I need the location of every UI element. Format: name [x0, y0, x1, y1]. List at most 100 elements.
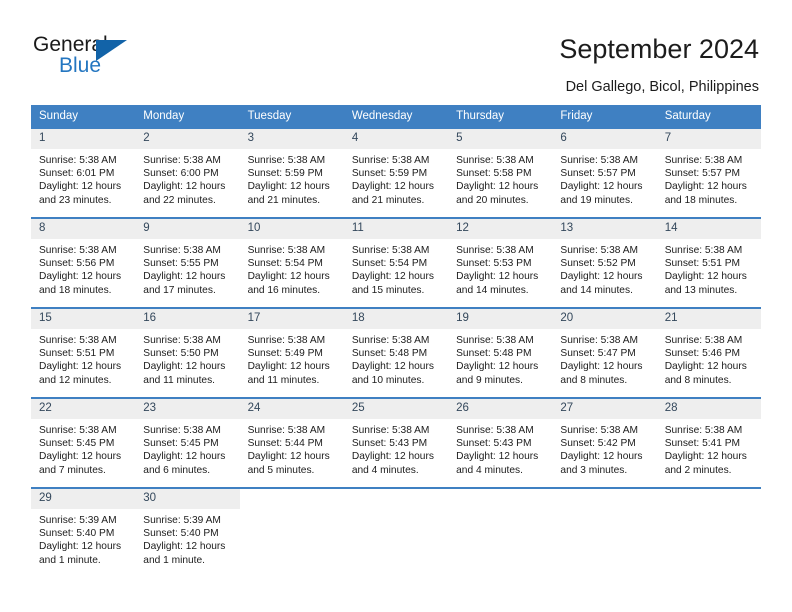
daylight-text-line1: Daylight: 12 hours: [143, 181, 226, 193]
sunrise-text: Sunrise: 5:38 AM: [664, 155, 743, 166]
daylight-text-line1: Daylight: 12 hours: [143, 451, 226, 463]
day-cell[interactable]: 18 Sunrise: 5:38 AM Sunset: 5:48 PM Dayl…: [343, 307, 449, 398]
day-cell[interactable]: 17 Sunrise: 5:38 AM Sunset: 5:49 PM Dayl…: [239, 307, 344, 398]
day-info: Sunrise: 5:38 AM Sunset: 5:45 PM Dayligh…: [135, 419, 239, 477]
daylight-text-line1: Daylight: 12 hours: [143, 271, 226, 283]
day-cell[interactable]: 21 Sunrise: 5:38 AM Sunset: 5:46 PM Dayl…: [656, 307, 761, 398]
day-cell[interactable]: 13 Sunrise: 5:38 AM Sunset: 5:52 PM Dayl…: [552, 217, 657, 308]
day-cell[interactable]: 27 Sunrise: 5:38 AM Sunset: 5:42 PM Dayl…: [552, 397, 657, 488]
day-cell[interactable]: 12 Sunrise: 5:38 AM Sunset: 5:53 PM Dayl…: [448, 217, 553, 308]
daylight-text-line1: Daylight: 12 hours: [39, 451, 122, 463]
day-cell[interactable]: 23 Sunrise: 5:38 AM Sunset: 5:45 PM Dayl…: [135, 397, 240, 488]
daylight-text-line2: and 20 minutes.: [456, 194, 529, 206]
day-cell[interactable]: 24 Sunrise: 5:38 AM Sunset: 5:44 PM Dayl…: [239, 397, 344, 488]
day-cell[interactable]: 11 Sunrise: 5:38 AM Sunset: 5:54 PM Dayl…: [343, 217, 449, 308]
daylight-text-line2: and 3 minutes.: [560, 464, 628, 476]
daylight-text-line2: and 23 minutes.: [39, 194, 112, 206]
day-number: 21: [656, 309, 761, 329]
day-cell[interactable]: 30 Sunrise: 5:39 AM Sunset: 5:40 PM Dayl…: [135, 487, 240, 575]
daylight-text-line2: and 12 minutes.: [39, 374, 112, 386]
daylight-text-line1: Daylight: 12 hours: [456, 451, 539, 463]
sunrise-text: Sunrise: 5:38 AM: [247, 155, 326, 166]
day-cell[interactable]: 20 Sunrise: 5:38 AM Sunset: 5:47 PM Dayl…: [552, 307, 657, 398]
day-cell[interactable]: 10 Sunrise: 5:38 AM Sunset: 5:54 PM Dayl…: [239, 217, 344, 308]
day-info: Sunrise: 5:38 AM Sunset: 5:59 PM Dayligh…: [240, 149, 344, 207]
day-cell[interactable]: 7 Sunrise: 5:38 AM Sunset: 5:57 PM Dayli…: [656, 127, 761, 218]
day-cell[interactable]: 28 Sunrise: 5:38 AM Sunset: 5:41 PM Dayl…: [656, 397, 761, 488]
daylight-text-line2: and 18 minutes.: [664, 194, 738, 206]
calendar-header-row: Sunday Monday Tuesday Wednesday Thursday…: [31, 105, 761, 128]
day-cell[interactable]: 1 Sunrise: 5:38 AM Sunset: 6:01 PM Dayli…: [31, 127, 136, 218]
week-row: 8 Sunrise: 5:38 AM Sunset: 5:56 PM Dayli…: [31, 217, 761, 308]
sunset-text: Sunset: 5:43 PM: [351, 438, 428, 450]
sunrise-text: Sunrise: 5:38 AM: [39, 335, 117, 346]
sunset-text: Sunset: 5:41 PM: [664, 438, 741, 450]
day-info: Sunrise: 5:38 AM Sunset: 5:57 PM Dayligh…: [657, 149, 761, 207]
daylight-text-line1: Daylight: 12 hours: [39, 181, 122, 193]
day-number: 30: [135, 489, 240, 509]
day-number: 8: [31, 219, 136, 239]
sunrise-text: Sunrise: 5:38 AM: [143, 245, 221, 256]
daylight-text-line1: Daylight: 12 hours: [456, 181, 539, 193]
day-info: Sunrise: 5:38 AM Sunset: 5:41 PM Dayligh…: [657, 419, 761, 477]
sunset-text: Sunset: 5:57 PM: [664, 168, 741, 180]
daylight-text-line2: and 6 minutes.: [143, 464, 211, 476]
day-cell[interactable]: 3 Sunrise: 5:38 AM Sunset: 5:59 PM Dayli…: [239, 127, 344, 218]
day-cell[interactable]: 5 Sunrise: 5:38 AM Sunset: 5:58 PM Dayli…: [448, 127, 553, 218]
sunset-text: Sunset: 5:48 PM: [456, 348, 532, 360]
weekday-header-saturday: Saturday: [656, 105, 761, 128]
day-cell[interactable]: 9 Sunrise: 5:38 AM Sunset: 5:55 PM Dayli…: [135, 217, 240, 308]
day-number: 27: [552, 399, 657, 419]
day-number: 10: [239, 219, 344, 239]
logo[interactable]: General Blue: [33, 33, 183, 83]
day-cell-empty: [552, 487, 657, 575]
day-number: 29: [31, 489, 136, 509]
day-info: Sunrise: 5:38 AM Sunset: 5:48 PM Dayligh…: [344, 329, 448, 387]
daylight-text-line1: Daylight: 12 hours: [456, 361, 539, 373]
sunset-text: Sunset: 5:53 PM: [456, 258, 532, 270]
weekday-header-monday: Monday: [135, 105, 240, 128]
sunrise-text: Sunrise: 5:38 AM: [351, 335, 430, 346]
daylight-text-line2: and 16 minutes.: [247, 284, 321, 296]
day-cell[interactable]: 2 Sunrise: 5:38 AM Sunset: 6:00 PM Dayli…: [135, 127, 240, 218]
sunset-text: Sunset: 5:52 PM: [560, 258, 636, 270]
sunrise-text: Sunrise: 5:38 AM: [456, 245, 534, 256]
daylight-text-line2: and 21 minutes.: [351, 194, 425, 206]
day-cell[interactable]: 4 Sunrise: 5:38 AM Sunset: 5:59 PM Dayli…: [343, 127, 449, 218]
day-number: [240, 489, 344, 509]
day-number: 14: [656, 219, 761, 239]
day-cell[interactable]: 8 Sunrise: 5:38 AM Sunset: 5:56 PM Dayli…: [31, 217, 136, 308]
day-cell[interactable]: 25 Sunrise: 5:38 AM Sunset: 5:43 PM Dayl…: [343, 397, 449, 488]
day-cell[interactable]: 22 Sunrise: 5:38 AM Sunset: 5:45 PM Dayl…: [31, 397, 136, 488]
day-cell-empty: [239, 487, 344, 575]
sunset-text: Sunset: 5:54 PM: [247, 258, 323, 270]
day-info: Sunrise: 5:38 AM Sunset: 6:00 PM Dayligh…: [135, 149, 239, 207]
sunrise-text: Sunrise: 5:38 AM: [143, 335, 221, 346]
daylight-text-line2: and 18 minutes.: [39, 284, 112, 296]
day-cell[interactable]: 14 Sunrise: 5:38 AM Sunset: 5:51 PM Dayl…: [656, 217, 761, 308]
day-cell[interactable]: 15 Sunrise: 5:38 AM Sunset: 5:51 PM Dayl…: [31, 307, 136, 398]
sunset-text: Sunset: 5:45 PM: [143, 438, 219, 450]
day-cell[interactable]: 16 Sunrise: 5:38 AM Sunset: 5:50 PM Dayl…: [135, 307, 240, 398]
day-info: Sunrise: 5:38 AM Sunset: 5:49 PM Dayligh…: [240, 329, 344, 387]
day-number: 12: [448, 219, 553, 239]
day-cell[interactable]: 29 Sunrise: 5:39 AM Sunset: 5:40 PM Dayl…: [31, 487, 136, 575]
day-cell[interactable]: 26 Sunrise: 5:38 AM Sunset: 5:43 PM Dayl…: [448, 397, 553, 488]
sunrise-text: Sunrise: 5:38 AM: [351, 245, 430, 256]
day-info: Sunrise: 5:38 AM Sunset: 5:52 PM Dayligh…: [552, 239, 656, 297]
day-number: 11: [343, 219, 449, 239]
day-info: Sunrise: 5:38 AM Sunset: 5:51 PM Dayligh…: [31, 329, 135, 387]
day-info: Sunrise: 5:38 AM Sunset: 5:53 PM Dayligh…: [448, 239, 552, 297]
sunrise-text: Sunrise: 5:39 AM: [143, 515, 221, 526]
day-cell[interactable]: 6 Sunrise: 5:38 AM Sunset: 5:57 PM Dayli…: [552, 127, 657, 218]
calendar-body: 1 Sunrise: 5:38 AM Sunset: 6:01 PM Dayli…: [31, 127, 761, 575]
sunrise-text: Sunrise: 5:38 AM: [247, 245, 326, 256]
daylight-text-line2: and 14 minutes.: [560, 284, 633, 296]
sunrise-text: Sunrise: 5:38 AM: [456, 335, 534, 346]
weekday-header-tuesday: Tuesday: [239, 105, 344, 128]
day-cell[interactable]: 19 Sunrise: 5:38 AM Sunset: 5:48 PM Dayl…: [448, 307, 553, 398]
daylight-text-line2: and 17 minutes.: [143, 284, 216, 296]
day-info: Sunrise: 5:38 AM Sunset: 5:43 PM Dayligh…: [448, 419, 552, 477]
sunrise-text: Sunrise: 5:38 AM: [39, 155, 117, 166]
sunset-text: Sunset: 5:49 PM: [247, 348, 323, 360]
